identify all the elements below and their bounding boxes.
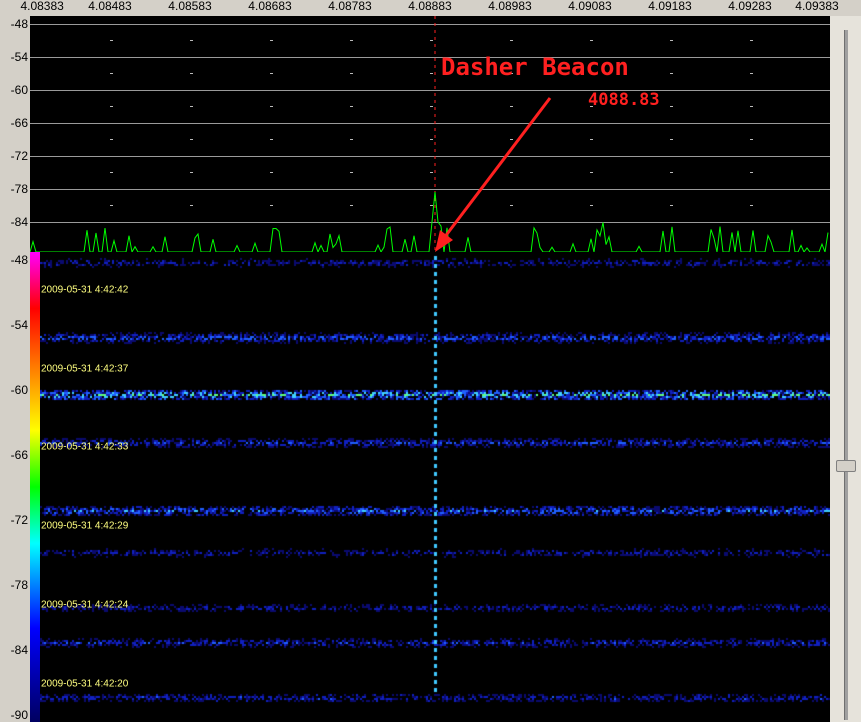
waterfall-level-label: -48 <box>10 253 28 267</box>
frequency-tick-label: 4.08683 <box>248 0 292 13</box>
waterfall-level-label: -90 <box>10 708 28 722</box>
spectrum-level-label: -78 <box>10 182 28 196</box>
spectrum-level-label: -60 <box>10 83 28 97</box>
vertical-slider[interactable] <box>830 16 861 722</box>
spectrum-level-label: -48 <box>10 17 28 31</box>
frequency-tick-label: 4.09383 <box>795 0 839 13</box>
annotation-title: Dasher Beacon <box>441 53 629 81</box>
annotation-frequency: 4088.83 <box>588 90 660 110</box>
waterfall-level-axis: -48 -54 -60 -66 -72 -78 -84 -90 <box>0 252 30 722</box>
waterfall-level-label: -78 <box>10 578 28 592</box>
waterfall-timestamp: 2009-05-31 4:42:24 <box>41 599 129 611</box>
frequency-tick-label: 4.09183 <box>648 0 692 13</box>
color-scale-bar <box>30 252 40 722</box>
waterfall-timestamp: 2009-05-31 4:42:33 <box>41 441 129 453</box>
waterfall-level-label: -72 <box>10 513 28 527</box>
spectrum-level-label: -66 <box>10 116 28 130</box>
waterfall-timestamp: 2009-05-31 4:42:37 <box>41 363 129 375</box>
frequency-tick-label: 4.09283 <box>728 0 772 13</box>
waterfall-level-label: -60 <box>10 383 28 397</box>
waterfall-timestamp: 2009-05-31 4:42:42 <box>41 284 129 296</box>
waterfall-level-label: -66 <box>10 448 28 462</box>
frequency-tick-label: 4.08783 <box>328 0 372 13</box>
frequency-tick-label: 4.08483 <box>88 0 132 13</box>
spectrum-level-label: -54 <box>10 50 28 64</box>
waterfall-level-label: -84 <box>10 643 28 657</box>
spectrum-display[interactable] <box>30 16 830 252</box>
waterfall-level-label: -54 <box>10 318 28 332</box>
frequency-tick-label: 4.09083 <box>568 0 612 13</box>
spectrum-level-label: -72 <box>10 149 28 163</box>
slider-track <box>844 30 848 720</box>
waterfall-display[interactable] <box>30 252 830 722</box>
frequency-tick-label: 4.08983 <box>488 0 532 13</box>
waterfall-timestamp: 2009-05-31 4:42:20 <box>41 678 129 690</box>
slider-thumb[interactable] <box>836 460 856 472</box>
frequency-tick-label: 4.08883 <box>408 0 452 13</box>
spectrum-level-label: -84 <box>10 215 28 229</box>
waterfall-timestamp: 2009-05-31 4:42:29 <box>41 520 129 532</box>
frequency-tick-label: 4.08383 <box>20 0 64 13</box>
spectrum-level-axis: -48 -54 -60 -66 -72 -78 -84 <box>0 16 30 252</box>
annotation-arrow <box>435 97 552 252</box>
frequency-axis: 4.08383 4.08483 4.08583 4.08683 4.08783 4.088… <box>20 0 838 16</box>
frequency-tick-label: 4.08583 <box>168 0 212 13</box>
